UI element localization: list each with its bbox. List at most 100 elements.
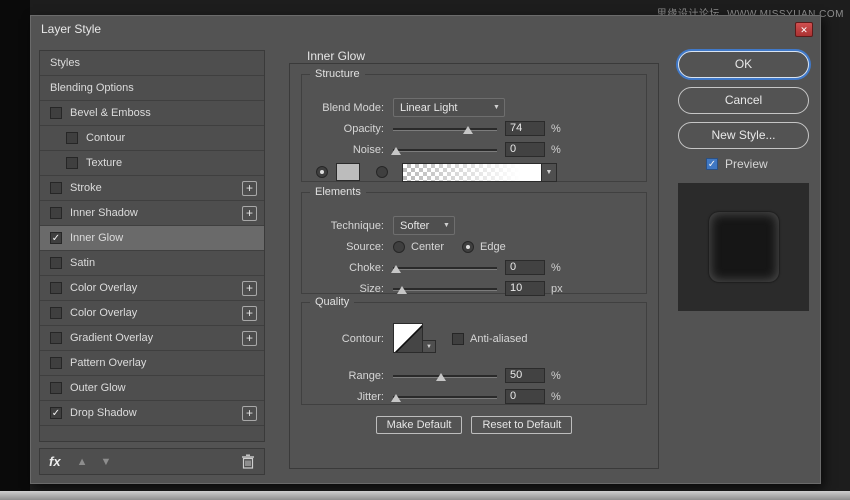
source-row: Source: Center Edge bbox=[302, 236, 646, 257]
source-center-radio[interactable] bbox=[393, 240, 405, 253]
sidebar-item-label: Drop Shadow bbox=[70, 407, 137, 419]
sidebar-item[interactable]: Styles bbox=[40, 51, 264, 76]
noise-slider[interactable] bbox=[391, 143, 497, 157]
range-slider-thumb[interactable] bbox=[435, 372, 446, 381]
close-icon[interactable]: ✕ bbox=[795, 22, 813, 37]
sidebar-item[interactable]: Bevel & Emboss bbox=[40, 101, 264, 126]
style-checkbox[interactable] bbox=[50, 107, 62, 119]
sidebar-item[interactable]: Texture bbox=[40, 151, 264, 176]
noise-input[interactable]: 0 bbox=[505, 142, 545, 157]
glow-color-swatch[interactable] bbox=[336, 163, 360, 181]
sidebar-item[interactable]: Pattern Overlay bbox=[40, 351, 264, 376]
range-slider[interactable] bbox=[393, 369, 497, 383]
cancel-button[interactable]: Cancel bbox=[678, 87, 809, 114]
source-edge-radio[interactable] bbox=[462, 240, 475, 253]
sidebar-item[interactable]: Outer Glow bbox=[40, 376, 264, 401]
make-default-button[interactable]: Make Default bbox=[375, 416, 463, 434]
add-instance-button[interactable]: + bbox=[242, 330, 257, 346]
sidebar-item-label: Blending Options bbox=[50, 82, 134, 94]
style-checkbox[interactable] bbox=[66, 157, 78, 169]
jitter-input[interactable]: 0 bbox=[505, 389, 545, 404]
reset-to-default-button[interactable]: Reset to Default bbox=[471, 416, 573, 434]
style-checkbox[interactable] bbox=[50, 307, 62, 319]
sidebar-item[interactable]: Gradient Overlay + bbox=[40, 326, 264, 351]
sidebar-item[interactable]: ✓ Drop Shadow + bbox=[40, 401, 264, 426]
source-label: Source: bbox=[346, 240, 384, 253]
new-style-button[interactable]: New Style... bbox=[678, 122, 809, 149]
technique-row: Technique: Softer ▼ bbox=[302, 215, 646, 236]
sidebar-item[interactable]: Color Overlay + bbox=[40, 276, 264, 301]
add-instance-button[interactable]: + bbox=[242, 205, 257, 221]
choke-row: Choke: 0 % bbox=[302, 257, 646, 278]
contour-row: Contour: ▼ Anti-aliased bbox=[302, 321, 646, 357]
sidebar-item[interactable]: Color Overlay + bbox=[40, 301, 264, 326]
style-checkbox[interactable] bbox=[50, 207, 62, 219]
antialiased-checkbox[interactable] bbox=[452, 333, 464, 345]
dialog-titlebar[interactable]: Layer Style ✕ bbox=[31, 16, 820, 42]
trash-icon[interactable] bbox=[241, 454, 255, 469]
size-input[interactable]: 10 bbox=[505, 281, 545, 296]
background-band bbox=[0, 0, 30, 500]
add-instance-button[interactable]: + bbox=[242, 405, 257, 421]
sidebar-item-label: Stroke bbox=[70, 182, 102, 194]
blend-mode-row: Blend Mode: Linear Light ▼ bbox=[302, 97, 646, 118]
glow-color-row: ▼ bbox=[302, 160, 646, 184]
opacity-slider[interactable] bbox=[393, 122, 497, 136]
bottom-strip bbox=[0, 491, 850, 500]
fx-icon[interactable]: fx bbox=[49, 454, 61, 469]
technique-select[interactable]: Softer ▼ bbox=[393, 216, 455, 235]
sidebar-item[interactable]: Stroke + bbox=[40, 176, 264, 201]
sidebar-item[interactable]: ✓ Inner Glow bbox=[40, 226, 264, 251]
blend-mode-select[interactable]: Linear Light ▼ bbox=[393, 98, 505, 117]
style-checkbox[interactable] bbox=[50, 257, 62, 269]
chevron-down-icon[interactable]: ▼ bbox=[423, 340, 436, 353]
page-title: Inner Glow bbox=[307, 49, 366, 63]
sidebar-item-label: Styles bbox=[50, 57, 80, 69]
technique-label: Technique: bbox=[330, 219, 384, 232]
defaults-row: Make Default Reset to Default bbox=[290, 416, 658, 434]
opacity-slider-thumb[interactable] bbox=[462, 125, 473, 134]
preview-checkbox[interactable]: ✓ bbox=[706, 158, 718, 170]
style-checkbox[interactable] bbox=[50, 182, 62, 194]
style-checkbox[interactable] bbox=[50, 382, 62, 394]
range-input[interactable]: 50 bbox=[505, 368, 545, 383]
choke-input[interactable]: 0 bbox=[505, 260, 545, 275]
sidebar-item-label: Gradient Overlay bbox=[70, 332, 154, 344]
gradient-preview[interactable] bbox=[403, 163, 541, 181]
sidebar-item[interactable]: Contour bbox=[40, 126, 264, 151]
choke-slider[interactable] bbox=[391, 261, 497, 275]
contour-picker[interactable] bbox=[393, 323, 423, 353]
source-edge-label: Edge bbox=[480, 240, 506, 253]
style-checkbox[interactable]: ✓ bbox=[50, 407, 62, 419]
sidebar-item-label: Color Overlay bbox=[70, 282, 138, 294]
ok-button[interactable]: OK bbox=[678, 51, 809, 78]
styles-list: Styles Blending Options Bevel & Emboss C… bbox=[39, 50, 265, 442]
style-checkbox[interactable] bbox=[66, 132, 78, 144]
chevron-down-icon[interactable]: ▼ bbox=[541, 163, 556, 181]
sidebar-item[interactable]: Inner Shadow + bbox=[40, 201, 264, 226]
jitter-slider-thumb[interactable] bbox=[391, 393, 402, 402]
range-row: Range: 50 % bbox=[302, 365, 646, 386]
add-instance-button[interactable]: + bbox=[242, 180, 257, 196]
jitter-slider[interactable] bbox=[391, 390, 497, 404]
style-checkbox[interactable] bbox=[50, 282, 62, 294]
size-slider[interactable] bbox=[393, 282, 497, 296]
noise-slider-thumb[interactable] bbox=[391, 146, 402, 155]
size-slider-thumb[interactable] bbox=[397, 285, 408, 294]
gradient-picker[interactable]: ▼ bbox=[402, 162, 557, 182]
solid-color-radio[interactable] bbox=[316, 166, 328, 178]
style-checkbox[interactable] bbox=[50, 357, 62, 369]
opacity-input[interactable]: 74 bbox=[505, 121, 545, 136]
sidebar-item[interactable]: Blending Options bbox=[40, 76, 264, 101]
jitter-row: Jitter: 0 % bbox=[302, 386, 646, 407]
move-down-icon[interactable]: ▼ bbox=[100, 456, 111, 468]
gradient-radio[interactable] bbox=[376, 166, 388, 178]
dialog-title: Layer Style bbox=[41, 22, 102, 36]
add-instance-button[interactable]: + bbox=[242, 305, 257, 321]
choke-slider-thumb[interactable] bbox=[391, 264, 402, 273]
move-up-icon[interactable]: ▲ bbox=[77, 456, 88, 468]
add-instance-button[interactable]: + bbox=[242, 280, 257, 296]
style-checkbox[interactable] bbox=[50, 332, 62, 344]
style-checkbox[interactable]: ✓ bbox=[50, 232, 62, 244]
sidebar-item[interactable]: Satin bbox=[40, 251, 264, 276]
